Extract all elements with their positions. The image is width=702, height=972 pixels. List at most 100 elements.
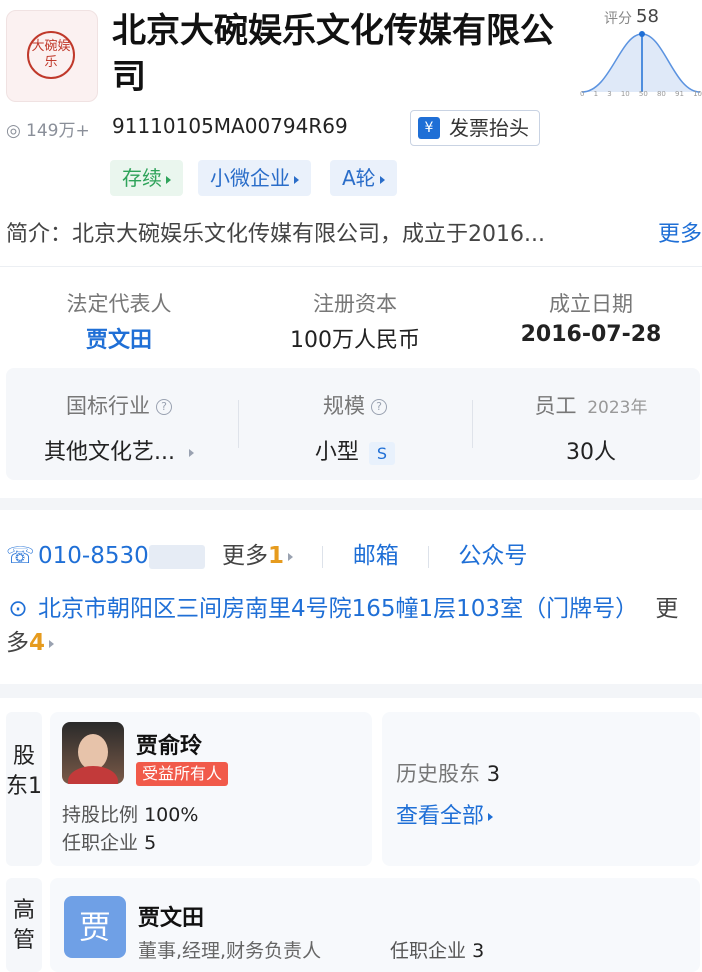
- funding-tag[interactable]: A轮: [330, 160, 397, 196]
- industry-label: 国标行业?: [4, 390, 234, 420]
- founded-value: 2016-07-28: [520, 322, 662, 347]
- divider: [322, 545, 324, 568]
- executive-name[interactable]: 贾文田: [138, 900, 204, 932]
- executive-section-label: 高管: [6, 878, 42, 972]
- phone-row: ☏ 010-8530 更多1 邮箱 公众号: [6, 536, 527, 570]
- score-tick: 10: [693, 90, 702, 98]
- chevron-right-icon: [166, 175, 171, 184]
- positions-label: 任职企业: [62, 832, 139, 854]
- scale-label: 规模?: [240, 390, 470, 420]
- chevron-right-icon: [379, 175, 385, 184]
- divider: [472, 400, 473, 448]
- phone-more-label: 更多: [222, 543, 269, 569]
- score-tick: 91: [675, 90, 684, 98]
- intro-text: 北京大碗娱乐文化传媒有限公司，成立于2016...: [72, 222, 545, 247]
- company-intro[interactable]: 简介：北京大碗娱乐文化传媒有限公司，成立于2016...: [6, 216, 702, 248]
- scale-tag[interactable]: 小微企业: [198, 160, 311, 196]
- help-icon[interactable]: ?: [156, 399, 172, 415]
- score-tick: 3: [607, 90, 612, 98]
- staff-label: 员工 2023年: [476, 390, 702, 420]
- scale-tag-label: 小微企业: [210, 166, 290, 190]
- history-value: 3: [486, 762, 501, 786]
- company-logo: 大碗娱乐: [6, 10, 98, 102]
- scale-value-text: 小型: [314, 440, 359, 465]
- divider: [238, 400, 239, 448]
- industry-value[interactable]: 其他文化艺...: [4, 434, 234, 466]
- phone-more-count: 1: [268, 543, 285, 569]
- staff-value: 30人: [566, 440, 616, 465]
- phone-number[interactable]: 010-8530: [38, 543, 149, 569]
- phone-more[interactable]: 更多1: [222, 543, 294, 569]
- history-shareholder[interactable]: 历史股东 3: [396, 758, 500, 788]
- chevron-right-icon: [288, 552, 294, 561]
- address-row: ⊙ 北京市朝阳区三间房南里4号院165幢1层103室（门牌号） 更多4: [6, 592, 696, 660]
- phone-mask: [148, 544, 205, 569]
- view-all-label: 查看全部: [396, 804, 485, 829]
- industry-label-text: 国标行业: [66, 394, 150, 418]
- executive-positions-label: 任职企业: [390, 940, 467, 962]
- capital-value: 100万人民币: [290, 328, 420, 353]
- score-tick: 0: [580, 90, 585, 98]
- scale-label-text: 规模: [323, 394, 365, 418]
- shareholder-name[interactable]: 贾俞玲: [136, 728, 202, 760]
- divider: [0, 266, 702, 267]
- chevron-right-icon: [49, 639, 55, 648]
- invoice-icon: ¥: [418, 117, 440, 139]
- score-value: 58: [636, 6, 659, 27]
- invoice-title-button[interactable]: ¥ 发票抬头: [410, 110, 540, 146]
- status-tag[interactable]: 存续: [110, 160, 183, 196]
- executive-positions[interactable]: 任职企业 3: [390, 936, 484, 963]
- score-widget[interactable]: 评分 58 0 1 3 10 50 80 91 10: [580, 6, 702, 98]
- positions-value: 5: [144, 832, 157, 854]
- scale-value: 小型 S: [240, 434, 470, 466]
- shareholder-positions[interactable]: 任职企业 5: [62, 828, 156, 855]
- company-name: 北京大碗娱乐文化传媒有限公司: [112, 11, 554, 97]
- staff-label-text: 员工: [534, 394, 577, 418]
- avatar-face: [78, 734, 108, 770]
- shareholder-section-label: 股东1: [6, 712, 42, 866]
- phone-icon: ☏: [6, 543, 35, 569]
- avatar-body: [68, 766, 118, 784]
- view-all-link[interactable]: 查看全部: [396, 798, 494, 830]
- executive-roles: 董事,经理,财务负责人: [138, 940, 322, 962]
- help-icon[interactable]: ?: [371, 399, 387, 415]
- capital-label: 注册资本: [313, 292, 397, 316]
- scale-badge: S: [368, 441, 396, 465]
- score-tick: 50: [638, 90, 648, 98]
- intro-more-link[interactable]: 更多: [653, 216, 702, 248]
- logo-mark: 大碗娱乐: [27, 31, 75, 79]
- location-pin-icon: ⊙: [8, 596, 28, 622]
- wechat-link[interactable]: 公众号: [458, 543, 527, 569]
- industry-value-text: 其他文化艺...: [44, 440, 175, 465]
- view-count-value: 149万+: [26, 121, 90, 141]
- section-gap: [0, 498, 702, 510]
- legal-rep-link[interactable]: 贾文田: [4, 322, 234, 354]
- status-tag-label: 存续: [122, 166, 162, 190]
- address-more-count: 4: [29, 630, 46, 656]
- score-tick: 80: [656, 90, 666, 98]
- founded-label: 成立日期: [549, 292, 633, 316]
- eye-icon: ◎: [6, 121, 21, 141]
- funding-tag-label: A轮: [342, 166, 376, 190]
- divider: [428, 545, 429, 568]
- history-shareholder-card[interactable]: [382, 712, 700, 866]
- section-gap: [0, 684, 702, 698]
- invoice-label: 发票抬头: [449, 116, 529, 140]
- executive-positions-value: 3: [472, 940, 485, 962]
- credit-code[interactable]: 91110105MA00794R69: [112, 114, 348, 138]
- ratio-value: 100%: [144, 804, 199, 826]
- view-count: ◎ 149万+: [6, 116, 90, 141]
- executive-avatar: 贾: [64, 896, 126, 958]
- legal-rep-label: 法定代表人: [66, 292, 172, 316]
- chevron-right-icon: [188, 449, 194, 457]
- history-label: 历史股东: [396, 762, 480, 786]
- score-distribution-chart: [581, 31, 701, 93]
- beneficiary-badge: 受益所有人: [136, 762, 229, 786]
- score-tick: 10: [620, 90, 630, 98]
- email-link[interactable]: 邮箱: [353, 543, 399, 569]
- score-ticks: 0 1 3 10 50 80 91 10: [580, 90, 702, 98]
- address-link[interactable]: 北京市朝阳区三间房南里4号院165幢1层103室（门牌号）: [38, 596, 638, 622]
- intro-label: 简介：: [6, 222, 73, 247]
- chevron-right-icon: [488, 813, 494, 821]
- score-tick: 1: [593, 90, 599, 98]
